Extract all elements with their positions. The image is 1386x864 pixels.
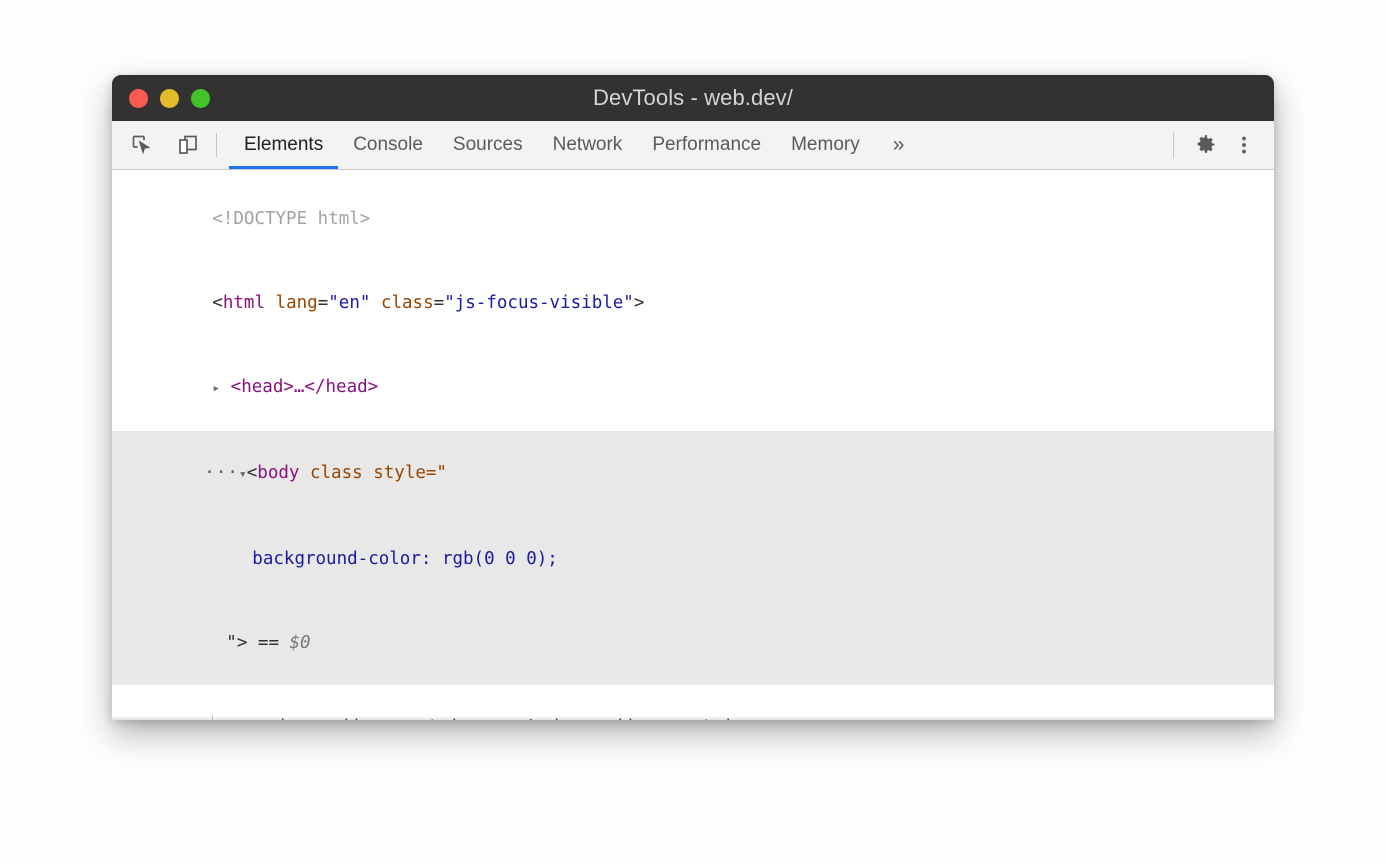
- toolbar-icon-group: [112, 121, 204, 169]
- head-expand-arrow[interactable]: ▸: [212, 381, 220, 396]
- body-badge-dots[interactable]: ···: [204, 463, 239, 483]
- dom-row-web-snackbar-container[interactable]: ▸ <web-snackbar-container>…</web-snackba…: [112, 685, 1274, 720]
- dom-row-body-selected[interactable]: ···▾<body class style=": [112, 431, 1274, 517]
- tab-network[interactable]: Network: [538, 121, 638, 169]
- minimize-window-button[interactable]: [160, 89, 179, 108]
- window-title: DevTools - web.dev/: [112, 85, 1274, 111]
- tab-sources[interactable]: Sources: [438, 121, 538, 169]
- html-space1: [265, 293, 276, 313]
- html-open-bracket: <: [212, 293, 223, 313]
- html-eq1: =: [318, 293, 329, 313]
- head-space: [220, 377, 231, 397]
- tab-performance[interactable]: Performance: [637, 121, 776, 169]
- body-collapse-arrow[interactable]: ▾: [239, 467, 247, 482]
- devtools-toolbar: Elements Console Sources Network Perform…: [112, 121, 1274, 170]
- body-style-declaration: background-color: rgb(0 0 0);: [252, 549, 558, 569]
- html-space2: [370, 293, 381, 313]
- html-eq2: =: [434, 293, 445, 313]
- html-close-bracket: >: [634, 293, 645, 313]
- body-style-tail: "> ==: [226, 633, 289, 653]
- html-attr-lang-value: "en": [328, 293, 370, 313]
- dom-row-body-style-decl[interactable]: background-color: rgb(0 0 0);: [112, 517, 1274, 601]
- more-tabs-icon[interactable]: »: [875, 121, 923, 169]
- tab-console[interactable]: Console: [338, 121, 438, 169]
- dom-row-body-style-tail[interactable]: "> == $0: [112, 601, 1274, 685]
- dom-row-doctype[interactable]: <!DOCTYPE html>: [112, 177, 1274, 261]
- tab-memory[interactable]: Memory: [776, 121, 875, 169]
- indent-guide: [212, 715, 213, 720]
- body-space2: [363, 463, 374, 483]
- dom-row-html[interactable]: <html lang="en" class="js-focus-visible"…: [112, 261, 1274, 345]
- device-toolbar-icon[interactable]: [172, 129, 204, 161]
- toolbar-right-divider: [1173, 132, 1174, 158]
- traffic-lights: [129, 75, 210, 121]
- toolbar-right-group: [1173, 121, 1274, 169]
- panel-tabs: Elements Console Sources Network Perform…: [229, 121, 875, 169]
- three-dot-menu-icon[interactable]: [1228, 129, 1260, 161]
- dom-row-head[interactable]: ▸ <head>…</head>: [112, 345, 1274, 431]
- body-tag-name: body: [257, 463, 299, 483]
- doctype-text: <!DOCTYPE html>: [212, 209, 370, 229]
- snackbar-space: [238, 717, 249, 720]
- html-attr-class-value: "js-focus-visible": [444, 293, 634, 313]
- body-attr-class: class: [310, 463, 363, 483]
- tab-elements[interactable]: Elements: [229, 121, 338, 169]
- screenshot-stage: DevTools - web.dev/: [0, 0, 1386, 864]
- window-titlebar: DevTools - web.dev/: [112, 75, 1274, 121]
- dom-tree: <!DOCTYPE html> <html lang="en" class="j…: [112, 170, 1274, 720]
- html-tag-name: html: [223, 293, 265, 313]
- body-attr-style: style=": [373, 463, 447, 483]
- body-open-bracket: <: [247, 463, 258, 483]
- html-attr-lang-name: lang: [276, 293, 318, 313]
- body-space1: [299, 463, 310, 483]
- body-dollar-ref: $0: [290, 633, 311, 653]
- devtools-window: DevTools - web.dev/: [112, 75, 1274, 720]
- close-window-button[interactable]: [129, 89, 148, 108]
- maximize-window-button[interactable]: [191, 89, 210, 108]
- toolbar-divider: [216, 133, 217, 157]
- gear-icon[interactable]: [1190, 129, 1222, 161]
- snackbar-text: <web-snackbar-container>…</web-snackbar-…: [249, 717, 776, 720]
- html-attr-class-name: class: [381, 293, 434, 313]
- inspect-element-icon[interactable]: [126, 129, 158, 161]
- head-text: <head>…</head>: [231, 377, 379, 397]
